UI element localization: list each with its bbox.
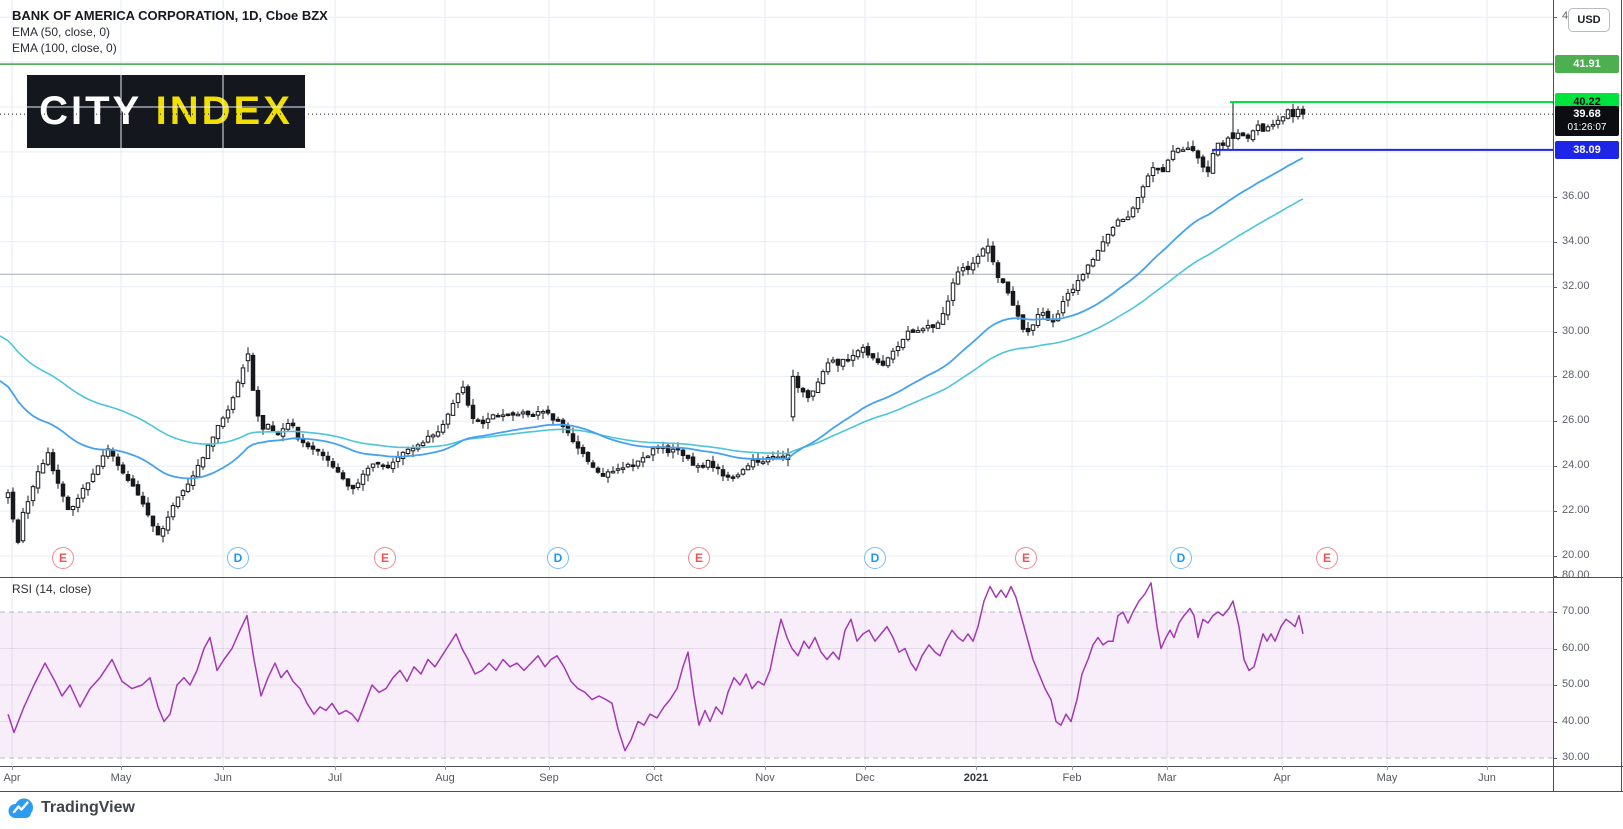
- candlestick-series[interactable]: [6, 102, 1305, 544]
- rsi-tick-mark: [1553, 758, 1557, 759]
- time-tick-mark: [1487, 766, 1488, 770]
- rsi-tick-label: 80.00: [1562, 569, 1590, 581]
- price-tag-38-09: 38.09: [1555, 141, 1619, 159]
- time-label-Sep[interactable]: Sep: [539, 772, 559, 784]
- earnings-marker[interactable]: E: [1015, 547, 1037, 569]
- price-tick-mark: [1553, 556, 1557, 557]
- price-tick-label: 32.00: [1562, 280, 1590, 292]
- price-tick-mark: [1553, 376, 1557, 377]
- rsi-tick-label: 70.00: [1562, 605, 1590, 617]
- time-tick-mark: [335, 766, 336, 770]
- time-tick-mark: [549, 766, 550, 770]
- price-tick-mark: [1553, 511, 1557, 512]
- last-price-tag: 39.68 01:26:07: [1555, 106, 1619, 136]
- price-tick-label: 22.00: [1562, 504, 1590, 516]
- price-tick-label: 26.00: [1562, 414, 1590, 426]
- time-label-Jul[interactable]: Jul: [328, 772, 342, 784]
- time-label-Aug[interactable]: Aug: [435, 772, 455, 784]
- price-tick-label: 30.00: [1562, 325, 1590, 337]
- time-tick-mark: [223, 766, 224, 770]
- rsi-pane-canvas[interactable]: [0, 578, 1553, 766]
- time-label-Dec[interactable]: Dec: [855, 772, 875, 784]
- time-tick-mark: [1167, 766, 1168, 770]
- price-tick-mark: [1553, 332, 1557, 333]
- ema50-line[interactable]: [0, 158, 1303, 478]
- tradingview-logo[interactable]: TradingView: [8, 797, 135, 819]
- dividend-marker[interactable]: D: [547, 547, 569, 569]
- price-tick-mark: [1553, 466, 1557, 467]
- chart-legend: BANK OF AMERICA CORPORATION, 1D, Cboe BZ…: [12, 8, 328, 56]
- rsi-tick-label: 30.00: [1562, 751, 1590, 763]
- price-pane-canvas[interactable]: [0, 0, 1553, 578]
- time-tick-mark: [865, 766, 866, 770]
- tradingview-icon: [8, 797, 34, 819]
- tradingview-brand-text: TradingView: [41, 799, 135, 817]
- price-tick-label: 28.00: [1562, 369, 1590, 381]
- time-tick-mark: [121, 766, 122, 770]
- earnings-marker[interactable]: E: [688, 547, 710, 569]
- time-label-Oct[interactable]: Oct: [645, 772, 662, 784]
- time-axis-bottom-border: [0, 791, 1623, 792]
- rsi-tick-mark: [1553, 649, 1557, 650]
- time-label-Apr[interactable]: Apr: [1273, 772, 1290, 784]
- chart-window: CITY INDEX EDEDEDEDE BANK OF AMERICA COR…: [0, 0, 1623, 829]
- rsi-tick-label: 60.00: [1562, 642, 1590, 654]
- bar-countdown: 01:26:07: [1568, 121, 1607, 134]
- price-tick-mark: [1553, 421, 1557, 422]
- currency-button[interactable]: USD: [1568, 8, 1610, 32]
- rsi-tick-mark: [1553, 685, 1557, 686]
- dividend-marker[interactable]: D: [1170, 547, 1192, 569]
- time-tick-mark: [12, 766, 13, 770]
- price-tick-mark: [1553, 17, 1557, 18]
- rsi-tick-mark: [1553, 576, 1557, 577]
- time-tick-mark: [445, 766, 446, 770]
- time-label-Jun[interactable]: Jun: [1478, 772, 1496, 784]
- time-label-2021[interactable]: 2021: [964, 772, 988, 784]
- rsi-tick-label: 40.00: [1562, 715, 1590, 727]
- time-tick-mark: [765, 766, 766, 770]
- time-tick-mark: [976, 766, 977, 770]
- time-axis-area[interactable]: Apr May Jun Jul Aug Sep Oct Nov Dec 2021 Feb Mar Apr…: [0, 766, 1553, 791]
- time-label-Jun[interactable]: Jun: [214, 772, 232, 784]
- earnings-marker[interactable]: E: [52, 547, 74, 569]
- ema100-legend[interactable]: EMA (100, close, 0): [12, 40, 328, 56]
- price-tick-mark: [1553, 197, 1557, 198]
- time-tick-mark: [654, 766, 655, 770]
- price-tick-label: 24.00: [1562, 459, 1590, 471]
- dividend-marker[interactable]: D: [227, 547, 249, 569]
- price-axis-area[interactable]: USD 41.91 40.22 39.68 01:26:07 38.09 44.…: [1553, 0, 1623, 792]
- time-label-May[interactable]: May: [111, 772, 132, 784]
- rsi-tick-label: 50.00: [1562, 678, 1590, 690]
- time-label-Apr[interactable]: Apr: [3, 772, 20, 784]
- time-label-Mar[interactable]: Mar: [1158, 772, 1177, 784]
- earnings-marker[interactable]: E: [1316, 547, 1338, 569]
- time-tick-mark: [1282, 766, 1283, 770]
- ema50-legend[interactable]: EMA (50, close, 0): [12, 24, 328, 40]
- price-tick-mark: [1553, 287, 1557, 288]
- last-price-value: 39.68: [1573, 108, 1601, 121]
- time-label-Feb[interactable]: Feb: [1063, 772, 1082, 784]
- time-label-Nov[interactable]: Nov: [755, 772, 775, 784]
- price-tick-label: 34.00: [1562, 235, 1590, 247]
- time-tick-mark: [1072, 766, 1073, 770]
- rsi-legend[interactable]: RSI (14, close): [12, 582, 91, 596]
- price-tick-mark: [1553, 242, 1557, 243]
- time-tick-mark: [1387, 766, 1388, 770]
- dividend-marker[interactable]: D: [864, 547, 886, 569]
- rsi-tick-mark: [1553, 612, 1557, 613]
- earnings-marker[interactable]: E: [374, 547, 396, 569]
- price-tick-label: 36.00: [1562, 190, 1590, 202]
- rsi-tick-mark: [1553, 722, 1557, 723]
- price-tick-label: 20.00: [1562, 549, 1590, 561]
- pane-divider[interactable]: [0, 577, 1623, 578]
- price-tag-41-91: 41.91: [1555, 55, 1619, 73]
- time-label-May[interactable]: May: [1377, 772, 1398, 784]
- symbol-title[interactable]: BANK OF AMERICA CORPORATION, 1D, Cboe BZ…: [12, 8, 328, 24]
